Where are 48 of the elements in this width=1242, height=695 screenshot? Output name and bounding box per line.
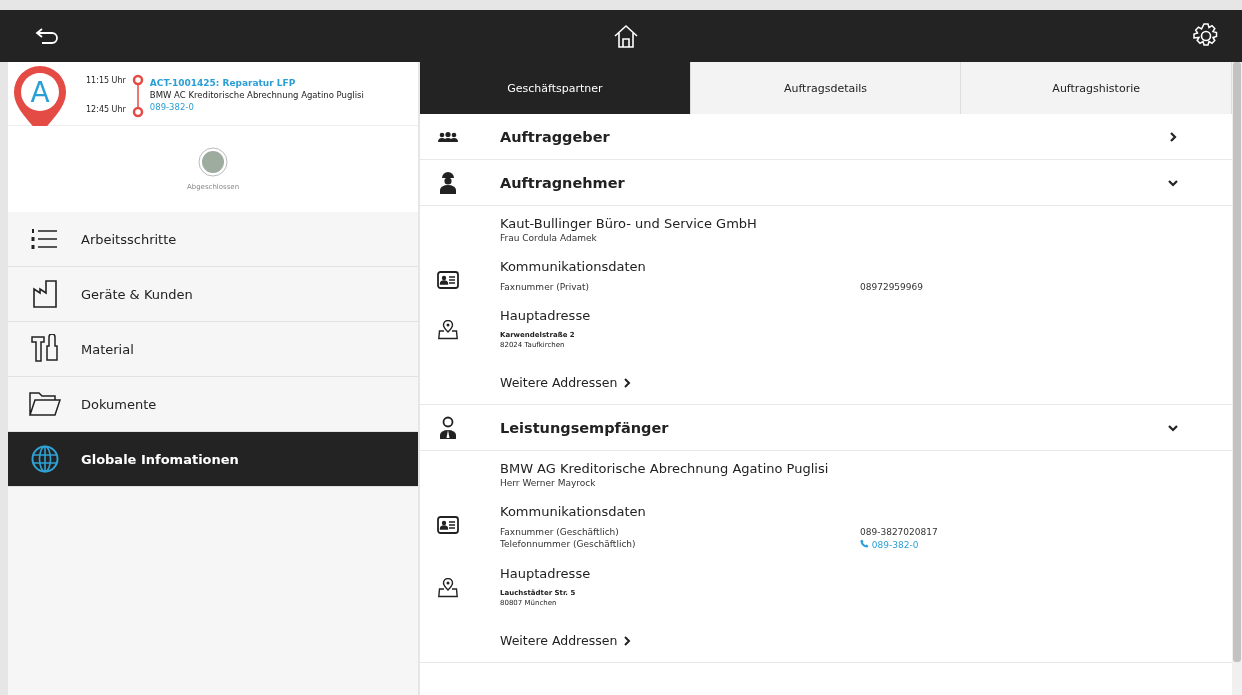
numbered-list-icon <box>30 227 59 251</box>
tab[interactable]: Auftragshistorie <box>961 62 1232 114</box>
tab[interactable]: Geschäftspartner <box>420 62 691 114</box>
factory-icon <box>31 279 58 309</box>
back-icon[interactable] <box>34 26 60 46</box>
chevron-down-icon <box>1168 177 1178 188</box>
phone-icon <box>860 539 869 548</box>
contact-name: Frau Cordula Adamek <box>500 233 598 243</box>
person-in-suit-icon <box>439 415 457 440</box>
location-pin-icon <box>438 578 458 598</box>
contact-card-icon <box>437 271 459 289</box>
scrollbar-thumb[interactable] <box>1233 62 1241 662</box>
more-addresses-link[interactable]: Weitere Addressen <box>500 375 1232 390</box>
location-pin-icon <box>438 320 458 340</box>
subsection-title: Kommunikationsdaten <box>500 504 647 519</box>
company-name: Kaut-Bullinger Büro- und Service GmbH <box>500 216 758 231</box>
sidebar-item[interactable]: Globale Infomationen <box>8 432 418 487</box>
subsection-title: Kommunikationsdaten <box>500 259 647 274</box>
globe-icon <box>30 445 59 473</box>
subsection-title: Hauptadresse <box>500 308 592 323</box>
chevron-down-icon <box>1168 422 1178 433</box>
worker-icon <box>439 170 457 195</box>
more-addresses-link[interactable]: Weitere Addressen <box>500 633 1232 648</box>
company-name: BMW AG Kreditorische Abrechnung Agatino Puglisi <box>500 461 830 476</box>
section-header[interactable]: Auftragnehmer <box>420 160 1232 206</box>
section-header[interactable]: Auftraggeber <box>420 114 1232 160</box>
field-value: 089-3827020817 <box>860 527 939 537</box>
section-header[interactable]: Leistungsempfänger <box>420 405 1232 451</box>
field-label: Faxnummer (Geschäftlich) <box>500 527 620 537</box>
contact-card-icon <box>437 516 459 534</box>
field-value: 08972959969 <box>860 282 924 292</box>
chevron-right-icon <box>623 377 632 388</box>
customer-name: BMW AC Kreditorische Abrechnung Agatino Puglisi <box>149 90 364 100</box>
folder-icon <box>28 391 61 417</box>
status-indicator-icon <box>198 147 228 177</box>
tab[interactable]: Auftragsdetails <box>690 62 962 114</box>
subsection-title: Hauptadresse <box>500 566 592 581</box>
chevron-right-icon <box>623 635 632 646</box>
home-icon[interactable] <box>613 23 639 49</box>
start-time: 11:15 Uhr <box>86 76 126 85</box>
contact-name: Herr Werner Mayrock <box>500 478 597 488</box>
end-time: 12:45 Uhr <box>86 105 126 114</box>
timeline-icon <box>131 74 144 118</box>
field-label: Telefonnummer (Geschäftlich) <box>500 539 637 550</box>
people-group-icon <box>438 130 458 143</box>
hammer-screwdriver-icon <box>29 334 60 364</box>
chevron-right-icon <box>1168 131 1178 142</box>
field-label: Faxnummer (Privat) <box>500 282 591 292</box>
